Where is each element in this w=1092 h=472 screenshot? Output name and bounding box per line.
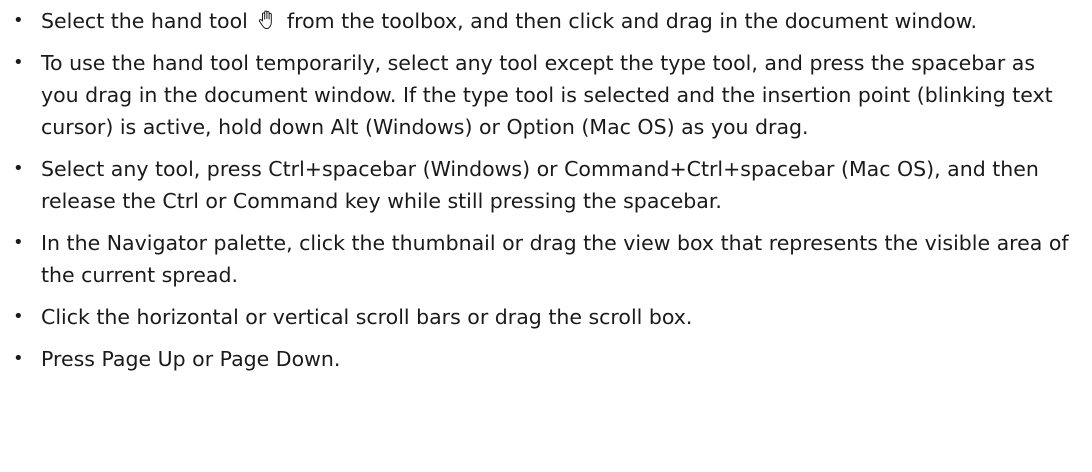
list-item-text: Click the horizontal or vertical scroll … — [41, 305, 693, 329]
list-item-text: In the Navigator palette, click the thum… — [41, 231, 1069, 287]
list-item: • Select any tool, press Ctrl+spacebar (… — [13, 153, 1072, 217]
bullet-marker: • — [13, 232, 24, 253]
bullet-marker: • — [13, 158, 24, 179]
bullet-marker: • — [13, 306, 24, 327]
bullet-marker: • — [13, 52, 24, 73]
bullet-marker: • — [13, 348, 24, 369]
list-item: • Click the horizontal or vertical scrol… — [13, 301, 1072, 333]
list-item-text: Select any tool, press Ctrl+spacebar (Wi… — [41, 157, 1039, 213]
list-item-text: from the toolbox, and then click and dra… — [286, 9, 978, 33]
list-item: • Press Page Up or Page Down. — [13, 343, 1072, 375]
list-item-text: To use the hand tool temporarily, select… — [41, 51, 1053, 139]
bullet-marker: • — [13, 10, 24, 31]
list-item: • In the Navigator palette, click the th… — [13, 227, 1072, 291]
hand-icon — [259, 10, 273, 29]
document-page: • Select the hand tool from the toolbox,… — [0, 0, 1092, 472]
list-item-text: Select the hand tool — [41, 9, 248, 33]
bullet-list: • Select the hand tool from the toolbox,… — [13, 5, 1072, 375]
list-item: • Select the hand tool from the toolbox,… — [13, 5, 1072, 37]
list-item: • To use the hand tool temporarily, sele… — [13, 47, 1072, 143]
list-item-text: Press Page Up or Page Down. — [41, 347, 341, 371]
